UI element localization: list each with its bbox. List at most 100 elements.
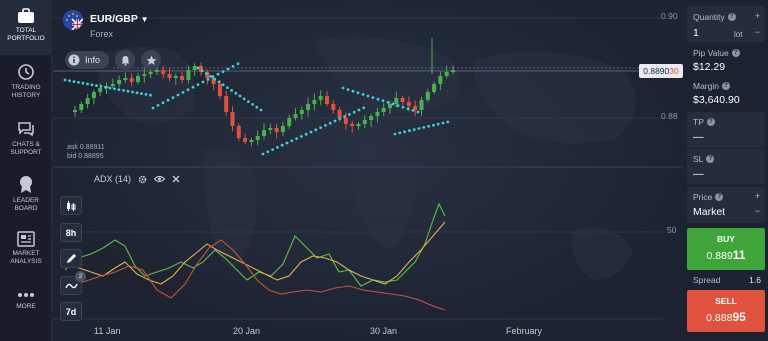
buy-button[interactable]: BUY 0.88911 bbox=[687, 228, 765, 270]
sar-dot bbox=[259, 108, 263, 112]
sar-dot bbox=[131, 90, 134, 94]
indicators-button[interactable]: 2 bbox=[60, 271, 86, 295]
sar-dot bbox=[348, 113, 351, 116]
help-icon[interactable]: ? bbox=[731, 49, 740, 57]
help-icon[interactable]: ? bbox=[727, 13, 736, 21]
sar-dot bbox=[196, 66, 200, 70]
sar-dot bbox=[290, 139, 294, 143]
date-label: 11 Jan bbox=[94, 326, 121, 336]
sar-dot bbox=[396, 104, 400, 107]
quantity-field[interactable]: Quantity? + 1 lot − bbox=[687, 6, 765, 42]
quantity-label-text: Quantity bbox=[693, 12, 725, 22]
stop-loss-field[interactable]: SL? — bbox=[687, 148, 765, 184]
price-type-field[interactable]: Price? + Market − bbox=[687, 187, 765, 223]
more-icon bbox=[18, 293, 34, 297]
sar-dot bbox=[361, 93, 365, 96]
price-axis-tick: 0.90 bbox=[661, 11, 678, 21]
settings-icon[interactable] bbox=[138, 175, 147, 184]
sar-dot bbox=[371, 96, 375, 99]
sar-dot bbox=[126, 89, 130, 93]
sar-dot bbox=[386, 101, 390, 104]
sell-label: SELL bbox=[715, 296, 737, 306]
candle-body bbox=[406, 102, 411, 106]
take-profit-field[interactable]: TP? — bbox=[687, 112, 765, 148]
candle-body bbox=[394, 98, 399, 104]
candle-body bbox=[91, 92, 96, 98]
sar-dot bbox=[135, 91, 139, 95]
candle-body bbox=[293, 114, 298, 118]
sar-dot bbox=[226, 86, 229, 89]
sidebar-item-trading-history[interactable]: TRADING HISTORY bbox=[0, 63, 52, 99]
sar-dot bbox=[398, 131, 402, 135]
asset-name[interactable]: EUR/GBP ▼ bbox=[90, 13, 149, 25]
candle-body bbox=[343, 118, 348, 124]
candle-body bbox=[161, 70, 166, 74]
sar-dot bbox=[341, 86, 345, 90]
eu-uk-flag-icon bbox=[63, 10, 83, 30]
drawing-tools-button[interactable] bbox=[60, 249, 82, 268]
help-icon[interactable]: ? bbox=[706, 118, 715, 126]
alerts-button[interactable] bbox=[115, 50, 135, 70]
eye-icon[interactable] bbox=[154, 175, 166, 183]
price-type-value[interactable]: Market bbox=[693, 206, 725, 218]
candle-body bbox=[375, 112, 380, 116]
sar-dot bbox=[144, 93, 148, 96]
adx-axis-tick: 50 bbox=[667, 225, 677, 235]
sidebar-item-more[interactable]: MORE bbox=[0, 290, 52, 311]
info-button[interactable]: Info bbox=[65, 51, 109, 69]
price-decrease[interactable]: − bbox=[755, 206, 760, 216]
chat-icon bbox=[18, 122, 34, 137]
sar-dot bbox=[319, 126, 322, 129]
sar-dot bbox=[247, 100, 250, 103]
sar-dot bbox=[346, 88, 350, 91]
spread-label: Spread bbox=[693, 275, 721, 285]
candle-body bbox=[73, 110, 77, 112]
favorite-button[interactable] bbox=[141, 50, 161, 70]
candle-body bbox=[356, 124, 361, 126]
sar-dot bbox=[251, 103, 255, 106]
help-icon[interactable]: ? bbox=[706, 155, 715, 163]
timeframe-button[interactable]: 8h bbox=[60, 223, 82, 242]
tp-label: TP? bbox=[693, 117, 715, 127]
sar-dot bbox=[314, 128, 318, 132]
sar-dot bbox=[206, 78, 210, 81]
candle-body bbox=[318, 96, 323, 100]
sell-price-big: 95 bbox=[732, 310, 746, 324]
help-icon[interactable]: ? bbox=[721, 82, 730, 90]
sar-dot bbox=[309, 130, 313, 134]
spread-readout: Spread 1.6 bbox=[693, 275, 761, 285]
candle-body bbox=[444, 72, 449, 76]
sidebar-item-label: CHATS & bbox=[12, 141, 40, 148]
price-increase[interactable]: + bbox=[755, 191, 760, 201]
sar-dot bbox=[376, 97, 380, 101]
chart-area[interactable]: EUR/GBP ▼ Forex Info ask 0.88911 bid 0.8… bbox=[53, 0, 683, 341]
bid-ask-readout: ask 0.88911 bid 0.88895 bbox=[67, 143, 105, 161]
sell-button[interactable]: SELL 0.88895 bbox=[687, 290, 765, 332]
sidebar-item-total-portfolio[interactable]: TOTAL PORTFOLIO bbox=[0, 0, 52, 55]
sidebar-item-chats-support[interactable]: CHATS & SUPPORT bbox=[0, 120, 52, 156]
quantity-value[interactable]: 1 bbox=[693, 27, 699, 39]
help-icon[interactable]: ? bbox=[715, 193, 724, 201]
sar-dot bbox=[149, 93, 152, 97]
buy-price: 0.88911 bbox=[687, 248, 765, 262]
quantity-decrease[interactable]: − bbox=[755, 27, 760, 37]
sidebar-item-label: SUPPORT bbox=[10, 148, 42, 156]
sar-dot bbox=[432, 123, 435, 127]
quantity-increase[interactable]: + bbox=[755, 11, 760, 21]
chart-type-button[interactable] bbox=[60, 196, 82, 215]
sar-dot bbox=[285, 141, 289, 145]
sell-price: 0.88895 bbox=[687, 310, 765, 324]
spread-value: 1.6 bbox=[749, 275, 761, 285]
close-icon[interactable] bbox=[172, 175, 180, 183]
candle-body bbox=[280, 126, 285, 132]
candle-body bbox=[110, 84, 115, 86]
sar-dot bbox=[216, 72, 220, 76]
quantity-label: Quantity? bbox=[693, 12, 736, 22]
sidebar-item-market-analysis[interactable]: MARKET ANALYSIS bbox=[0, 231, 52, 265]
sar-dot bbox=[77, 81, 80, 84]
candle-body bbox=[129, 78, 134, 82]
sar-dot bbox=[191, 85, 195, 89]
sar-dot bbox=[217, 80, 221, 84]
period-button[interactable]: 7d bbox=[60, 302, 82, 321]
sidebar-item-leader-board[interactable]: LEADER BOARD bbox=[0, 175, 52, 212]
